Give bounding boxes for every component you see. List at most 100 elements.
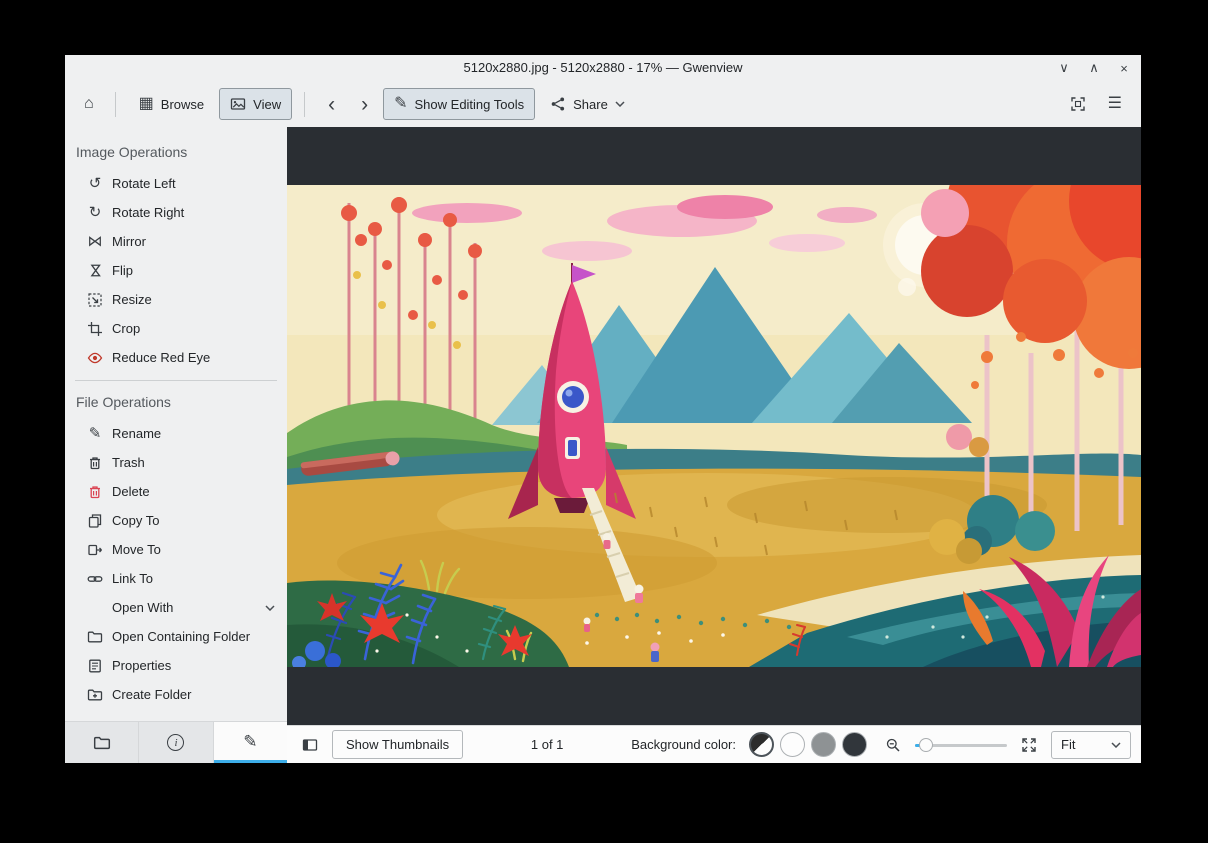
sidebar-item-label: Copy To (112, 513, 160, 528)
gwenview-window: 5120x2880.jpg - 5120x2880 - 17% — Gwenvi… (65, 55, 1141, 763)
forward-button[interactable]: › (350, 88, 379, 120)
fit-image-button[interactable] (1061, 88, 1095, 120)
share-icon (550, 96, 566, 112)
sidebar-item-label: Link To (112, 571, 153, 586)
sidebar-item-label: Open With (112, 600, 174, 615)
sidebar-operations-panel: Image Operations ↺ Rotate Left ↻ Rotate … (65, 127, 287, 721)
view-label: View (253, 96, 282, 112)
background-color-label: Background color: (631, 737, 736, 752)
share-button[interactable]: Share (539, 88, 636, 120)
back-button[interactable]: ‹ (317, 88, 346, 120)
tab-folders[interactable] (65, 722, 140, 763)
sidebar-item-link-to[interactable]: Link To (65, 564, 287, 593)
sidebar-item-create-folder[interactable]: Create Folder (65, 680, 287, 709)
sidebar-item-label: Rename (112, 426, 162, 441)
delete-icon (86, 484, 104, 500)
show-thumbnails-button[interactable]: Show Thumbnails (332, 730, 464, 759)
info-icon: i (167, 734, 185, 751)
flip-icon: ⋈ (86, 263, 104, 278)
sidebar-item-move-to[interactable]: Move To (65, 535, 287, 564)
sidebar-item-crop[interactable]: Crop (65, 314, 287, 343)
sidebar-separator (75, 380, 277, 381)
properties-icon (86, 658, 104, 674)
sidebar-item-open-with[interactable]: Open With (65, 593, 287, 622)
bg-color-dark-swatch[interactable] (842, 732, 867, 757)
window-controls: ∨ ∧ × (1057, 55, 1131, 81)
toolbar-separator (114, 91, 116, 117)
sidebar-item-label: Properties (112, 658, 172, 673)
sidebar-item-rename[interactable]: ✎ Rename (65, 419, 287, 448)
forward-icon: › (361, 92, 369, 116)
move-icon (86, 542, 104, 558)
back-icon: ‹ (328, 92, 336, 116)
sidebar-toggle-button[interactable] (297, 732, 323, 758)
image-operations-header: Image Operations (76, 144, 188, 160)
bg-color-light-swatch[interactable] (780, 732, 805, 757)
folder-icon (86, 629, 104, 645)
home-button[interactable]: ⌂ (75, 88, 103, 120)
zoom-slider[interactable] (915, 735, 1007, 755)
zoom-fit-button[interactable] (1016, 732, 1042, 758)
sidebar-item-label: Rotate Right (112, 205, 185, 220)
zoom-slider-handle[interactable] (919, 737, 933, 752)
menu-button[interactable]: ☰ (1099, 88, 1131, 120)
sidebar-item-delete[interactable]: Delete (65, 477, 287, 506)
file-operations-header: File Operations (76, 394, 171, 410)
create-folder-icon (86, 687, 104, 703)
tab-information[interactable]: i (139, 722, 214, 763)
sidebar-item-mirror[interactable]: ⋈ Mirror (65, 227, 287, 256)
sidebar-item-rotate-left[interactable]: ↺ Rotate Left (65, 169, 287, 198)
main-view: Show Thumbnails 1 of 1 Background color: (287, 127, 1141, 763)
bg-color-gray-swatch[interactable] (811, 732, 836, 757)
copy-icon (86, 513, 104, 529)
sidebar-item-label: Crop (112, 321, 141, 336)
resize-icon (86, 292, 104, 308)
minimize-button[interactable]: ∨ (1057, 60, 1071, 76)
sidebar-item-label: Delete (112, 484, 150, 499)
bg-color-auto-swatch[interactable] (749, 732, 774, 757)
sidebar: Image Operations ↺ Rotate Left ↻ Rotate … (65, 127, 287, 763)
sidebar-tab-bar: i ✎ (65, 721, 287, 763)
sidebar-item-trash[interactable]: Trash (65, 448, 287, 477)
show-editing-tools-label: Show Editing Tools (414, 96, 525, 112)
home-icon: ⌂ (84, 95, 94, 112)
maximize-button[interactable]: ∧ (1087, 60, 1101, 76)
close-button[interactable]: × (1117, 61, 1131, 76)
sidebar-item-properties[interactable]: Properties (65, 651, 287, 680)
chevron-down-icon (1111, 741, 1121, 748)
sidebar-item-reduce-red-eye[interactable]: Reduce Red Eye (65, 343, 287, 372)
view-button[interactable]: View (219, 88, 293, 120)
toolbar-separator (304, 91, 306, 117)
sidebar-item-resize[interactable]: Resize (65, 285, 287, 314)
zoom-fit-icon (1021, 737, 1037, 753)
sidebar-item-copy-to[interactable]: Copy To (65, 506, 287, 535)
folder-tab-icon (93, 734, 111, 752)
hamburger-icon: ☰ (1107, 95, 1122, 112)
image-canvas[interactable] (287, 127, 1141, 725)
show-editing-tools-button[interactable]: ✎ Show Editing Tools (383, 88, 536, 120)
sidebar-toggle-icon (302, 737, 318, 753)
rotate-left-icon: ↺ (88, 175, 102, 192)
sidebar-item-label: Trash (112, 455, 145, 470)
sidebar-item-label: Mirror (112, 234, 146, 249)
sidebar-item-open-containing-folder[interactable]: Open Containing Folder (65, 622, 287, 651)
browse-button[interactable]: ▦ Browse (128, 88, 215, 120)
fit-frame-icon (1070, 96, 1086, 112)
zoom-mode-value: Fit (1061, 737, 1076, 752)
zoom-out-button[interactable] (880, 732, 906, 758)
sidebar-item-label: Create Folder (112, 687, 192, 702)
chevron-down-icon (265, 604, 275, 611)
zoom-mode-select[interactable]: Fit (1051, 730, 1131, 759)
image-position-indicator: 1 of 1 (530, 737, 564, 752)
sidebar-item-label: Move To (112, 542, 161, 557)
red-eye-icon (86, 350, 104, 366)
sidebar-item-rotate-right[interactable]: ↻ Rotate Right (65, 198, 287, 227)
sidebar-item-flip[interactable]: ⋈ Flip (65, 256, 287, 285)
view-icon (230, 96, 246, 112)
titlebar[interactable]: 5120x2880.jpg - 5120x2880 - 17% — Gwenvi… (65, 55, 1141, 81)
chevron-down-icon (615, 101, 625, 107)
sidebar-item-label: Flip (112, 263, 133, 278)
background-color-swatches (749, 732, 867, 757)
tab-operations[interactable]: ✎ (213, 722, 287, 763)
zoom-out-icon (885, 737, 901, 753)
